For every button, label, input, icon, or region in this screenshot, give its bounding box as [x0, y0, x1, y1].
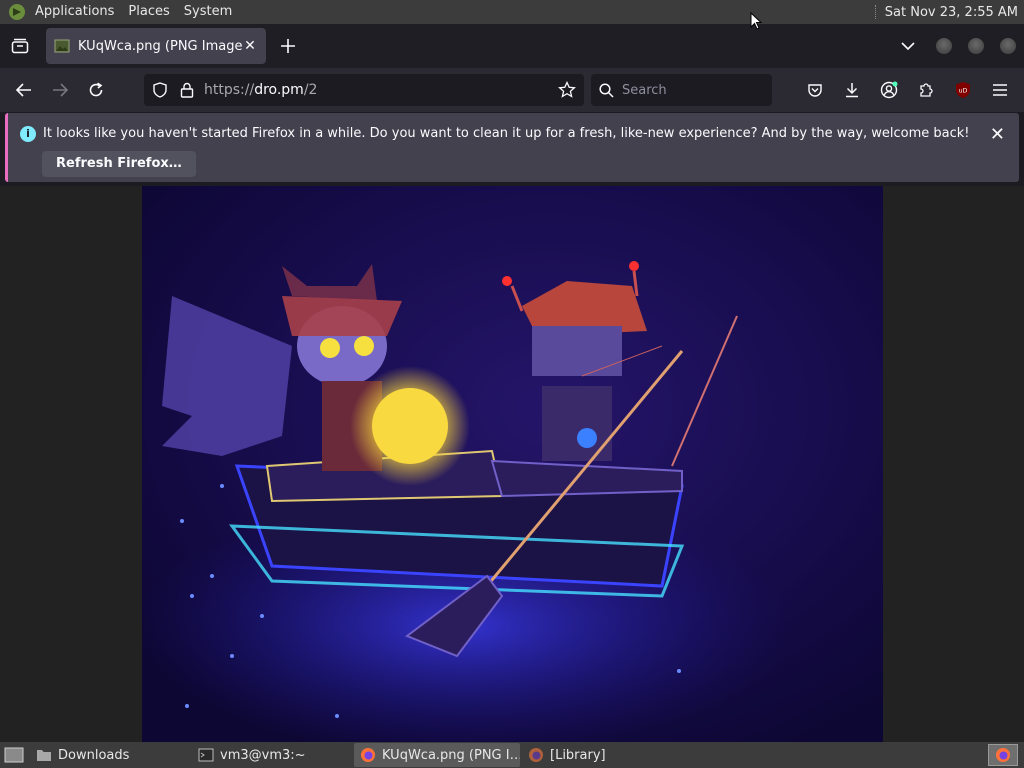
taskbar-label: KUqWca.png (PNG I…	[382, 747, 520, 763]
pixel-art-image[interactable]	[142, 186, 883, 742]
downloads-button[interactable]	[834, 74, 870, 106]
reload-button[interactable]	[78, 74, 114, 106]
plus-icon	[281, 39, 295, 53]
places-menu[interactable]: Places	[121, 0, 176, 24]
applications-menu[interactable]: Applications	[28, 0, 121, 24]
url-host: dro.pm	[254, 82, 304, 98]
tabstrip-right	[888, 28, 1024, 64]
taskbar-label: vm3@vm3:~	[220, 747, 306, 763]
lock-icon[interactable]	[180, 82, 194, 98]
taskbar-label: Downloads	[58, 747, 130, 763]
arrow-right-icon	[53, 83, 68, 97]
account-icon	[880, 81, 898, 99]
bottom-panel: Downloads vm3@vm3:~ KUqWca.png (PNG I… […	[0, 742, 1024, 768]
clock[interactable]: Sat Nov 23, 2:55 AM	[885, 5, 1018, 20]
maximize-button[interactable]	[968, 38, 984, 54]
firefox-icon	[361, 748, 375, 762]
puzzle-icon	[920, 83, 933, 97]
navigation-toolbar: https://dro.pm/2 Search uD	[0, 68, 1024, 112]
terminal-icon	[198, 748, 214, 762]
tab-active[interactable]: KUqWca.png (PNG Image, 1 ✕	[46, 28, 266, 64]
page-content	[0, 186, 1024, 742]
list-all-tabs-button[interactable]	[888, 28, 928, 64]
image-file-icon	[54, 39, 70, 53]
firefox-view-button[interactable]	[0, 24, 40, 68]
mouse-pointer-icon	[750, 12, 762, 30]
refresh-firefox-button[interactable]: Refresh Firefox…	[42, 151, 196, 177]
url-bar[interactable]: https://dro.pm/2	[144, 74, 584, 106]
top-panel: Applications Places System Sat Nov 23, 2…	[0, 0, 1024, 24]
hamburger-menu-icon	[993, 84, 1007, 96]
url-scheme: https://	[204, 82, 255, 98]
info-icon: i	[20, 126, 36, 142]
extensions-button[interactable]	[908, 74, 944, 106]
desktop-icon	[4, 747, 24, 763]
workspace-switcher	[988, 744, 1024, 766]
tray-separator	[874, 5, 877, 19]
firefox-icon	[529, 748, 543, 762]
workspace-1[interactable]	[988, 744, 1018, 766]
reload-icon	[89, 82, 103, 97]
ublock-origin-icon: uD	[956, 82, 970, 98]
account-button[interactable]	[871, 74, 907, 106]
arrow-left-icon	[16, 83, 31, 97]
desktop: Applications Places System Sat Nov 23, 2…	[0, 0, 1024, 768]
download-icon	[846, 83, 858, 98]
new-tab-button[interactable]	[270, 28, 306, 64]
search-placeholder: Search	[622, 82, 667, 98]
minimize-button[interactable]	[936, 38, 952, 54]
url-path: /2	[303, 82, 318, 98]
show-desktop-button[interactable]	[0, 743, 28, 767]
system-menu[interactable]: System	[177, 0, 239, 24]
taskbar-item-downloads[interactable]: Downloads	[30, 743, 190, 767]
pocket-icon	[808, 84, 822, 97]
ublock-button[interactable]: uD	[945, 74, 981, 106]
notification-close-icon[interactable]: ✕	[990, 124, 1005, 145]
svg-text:uD: uD	[959, 88, 968, 95]
app-menu-button[interactable]	[982, 74, 1018, 106]
url-text[interactable]: https://dro.pm/2	[204, 82, 558, 98]
pocket-button[interactable]	[797, 74, 833, 106]
star-icon[interactable]	[558, 81, 576, 99]
search-icon	[599, 82, 614, 98]
refresh-notification-bar: i It looks like you haven't started Fire…	[5, 113, 1019, 182]
firefox-view-icon	[11, 38, 29, 54]
folder-icon	[37, 750, 51, 761]
search-field[interactable]: Search	[591, 74, 772, 106]
back-button[interactable]	[6, 74, 42, 106]
close-window-button[interactable]	[1000, 38, 1016, 54]
tab-close-icon[interactable]: ✕	[242, 38, 258, 54]
distro-logo-icon[interactable]	[8, 3, 26, 21]
firefox-icon	[996, 748, 1010, 762]
chevron-down-icon	[901, 42, 915, 51]
system-tray: Sat Nov 23, 2:55 AM	[874, 5, 1024, 20]
forward-button[interactable]	[42, 74, 78, 106]
taskbar-item-firefox-image[interactable]: KUqWca.png (PNG I…	[354, 743, 520, 767]
notification-message: It looks like you haven't started Firefo…	[43, 126, 970, 141]
taskbar-item-terminal[interactable]: vm3@vm3:~	[192, 743, 352, 767]
tab-title: KUqWca.png (PNG Image, 1	[78, 38, 242, 54]
taskbar-item-library[interactable]: [Library]	[522, 743, 682, 767]
tab-strip: KUqWca.png (PNG Image, 1 ✕	[0, 24, 1024, 68]
taskbar-label: [Library]	[550, 747, 606, 763]
toolbar-right: uD	[797, 74, 1018, 106]
shield-icon[interactable]	[152, 82, 168, 98]
